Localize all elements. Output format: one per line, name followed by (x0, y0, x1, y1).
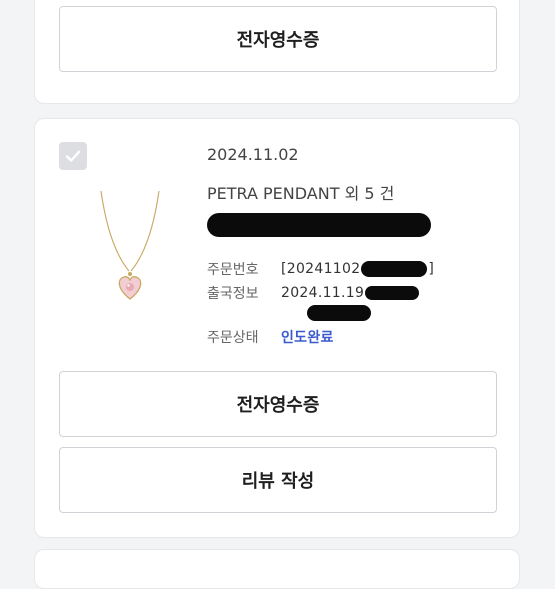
next-order-card (34, 549, 520, 589)
status-label: 주문상태 (207, 330, 259, 346)
redaction-bar (361, 261, 428, 277)
product-necklace-image[interactable] (95, 187, 165, 317)
product-name[interactable]: PETRA PENDANT 외 5 건 (207, 180, 497, 203)
electronic-receipt-button[interactable]: 전자영수증 (59, 371, 497, 437)
order-number-value: [20241102 (281, 261, 361, 277)
previous-order-card: 전자영수증 (34, 0, 520, 104)
redaction-bar (365, 286, 420, 300)
order-number-row: 주문번호 [20241102 ] (207, 259, 434, 279)
status-value: 인도완료 (281, 330, 334, 346)
order-select-checkbox[interactable] (59, 142, 87, 170)
order-date: 2024.11.02 (207, 145, 299, 164)
order-info: 2024.11.02 PETRA PENDANT 외 5 건 (207, 145, 497, 203)
redaction-bar (207, 213, 431, 237)
status-row: 주문상태 인도완료 (207, 327, 334, 347)
shipping-label: 출국정보 (207, 286, 259, 302)
order-number-label: 주문번호 (207, 262, 259, 278)
shipping-row: 출국정보 2024.11.19 (207, 283, 420, 303)
shipping-value: 2024.11.19 (281, 285, 365, 301)
redaction-bar (307, 305, 371, 321)
electronic-receipt-button[interactable]: 전자영수증 (59, 6, 497, 72)
check-icon (65, 150, 81, 162)
order-number-suffix: ] (428, 261, 435, 277)
write-review-button[interactable]: 리뷰 작성 (59, 447, 497, 513)
order-card: 2024.11.02 PETRA PENDANT 외 5 건 주문번호 [202… (34, 118, 520, 538)
